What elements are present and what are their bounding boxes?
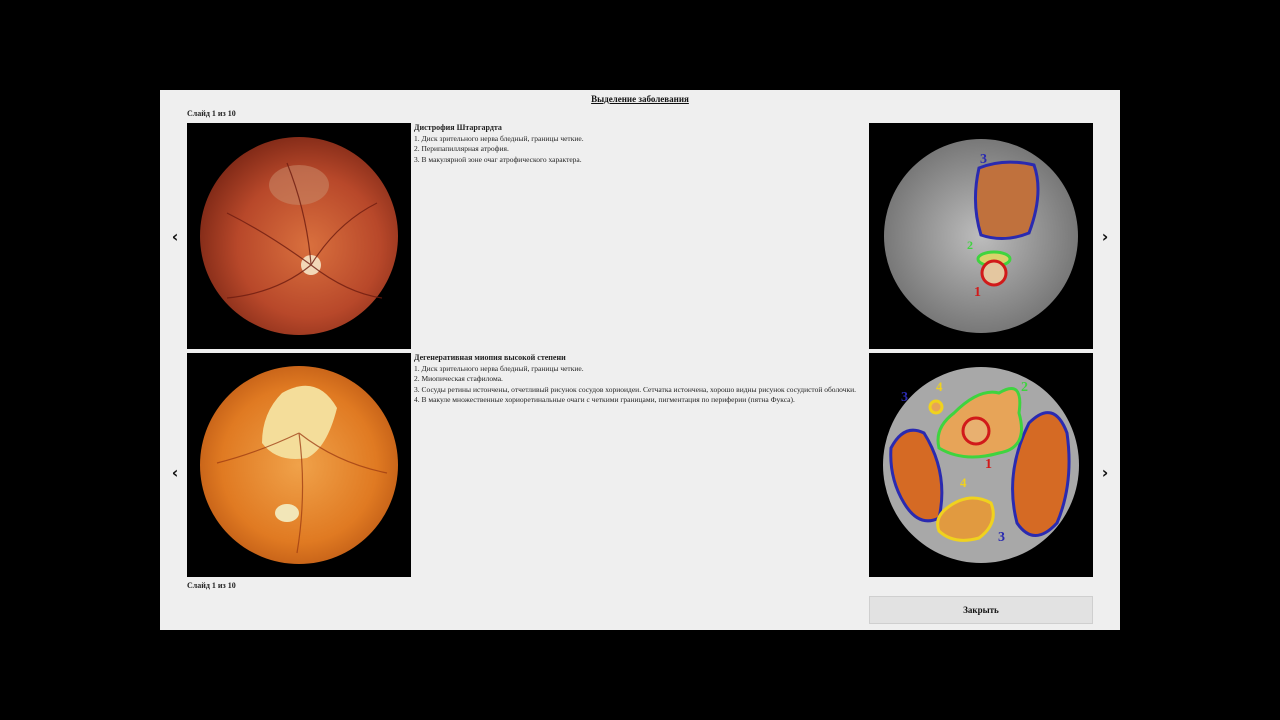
marker-label: 3 <box>998 530 1005 545</box>
chevron-left-icon: ‹ <box>171 462 179 482</box>
case-line: 1. Диск зрительного нерва бледный, грани… <box>414 133 584 143</box>
case-line: 3. В макулярной зоне очаг атрофического … <box>414 154 582 164</box>
prev-slide-button-2[interactable]: ‹ <box>167 462 183 482</box>
case-title: Дегенеративная миопия высокой степени <box>414 353 566 362</box>
close-button[interactable]: Закрыть <box>869 596 1093 624</box>
marker-label: 4 <box>960 475 967 490</box>
fundus-image-myopia <box>187 353 411 577</box>
marker-label: 3 <box>980 152 987 167</box>
page-title: Выделение заболевания <box>591 94 689 104</box>
viewer-panel: Выделение заболевания Слайд 1 из 10 ‹ Ди… <box>160 90 1120 630</box>
marker-label: 4 <box>936 379 943 394</box>
chevron-right-icon: › <box>1101 226 1109 246</box>
prev-slide-button-1[interactable]: ‹ <box>167 226 183 246</box>
next-slide-button-2[interactable]: › <box>1097 462 1113 482</box>
case-line: 1. Диск зрительного нерва бледный, грани… <box>414 363 584 373</box>
case-description-2: Дегенеративная миопия высокой степени 1.… <box>414 353 860 406</box>
case-line: 4. В макуле множественные хориоретинальн… <box>414 395 795 404</box>
case-line: 2. Перипапиллярная атрофия. <box>414 144 509 153</box>
annotated-image-myopia <box>869 353 1093 577</box>
slide-counter-top: Слайд 1 из 10 <box>187 109 236 118</box>
next-slide-button-1[interactable]: › <box>1097 226 1113 246</box>
case-line: 2. Миопическая стафилома. <box>414 374 503 383</box>
case-title: Дистрофия Штаргардта <box>414 123 502 132</box>
case-description-1: Дистрофия Штаргардта 1. Диск зрительного… <box>414 123 860 165</box>
marker-label: 2 <box>1021 380 1028 395</box>
marker-label: 2 <box>967 238 973 252</box>
chevron-left-icon: ‹ <box>171 226 179 246</box>
slide-counter-bottom: Слайд 1 из 10 <box>187 581 236 590</box>
fundus-image-stargardt <box>187 123 411 349</box>
case-line: 3. Сосуды ретины истончены, отчетливый р… <box>414 384 857 394</box>
chevron-right-icon: › <box>1101 462 1109 482</box>
marker-label: 1 <box>985 457 992 472</box>
marker-label: 3 <box>901 390 908 405</box>
marker-label: 1 <box>974 285 981 300</box>
